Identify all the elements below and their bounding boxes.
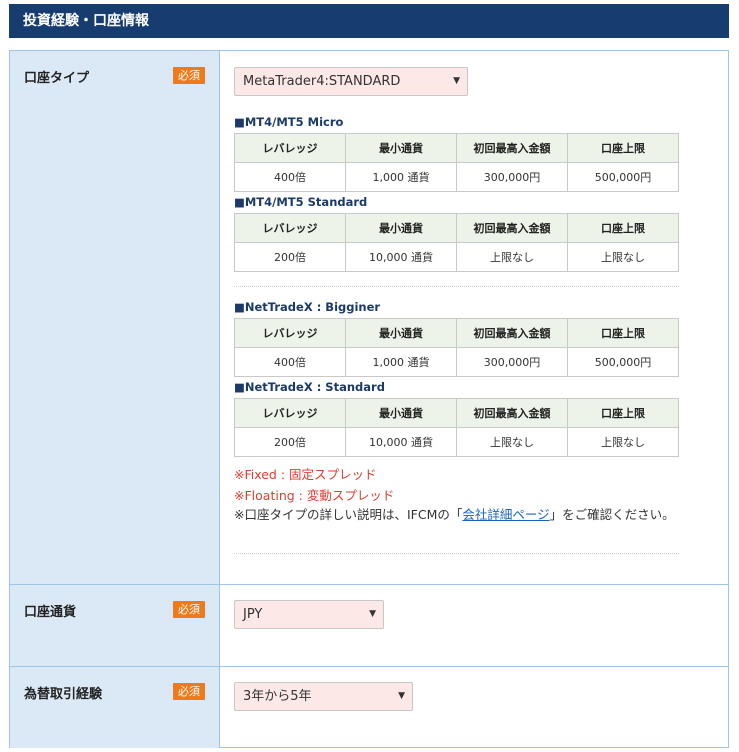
column-header: レバレッジ [234,318,346,348]
column-header: 初回最高入金額 [456,133,568,163]
column-header: 初回最高入金額 [456,213,568,243]
column-header: レバレッジ [234,213,346,243]
table-row: 400倍 1,000 通貨 300,000円 500,000円 [234,347,679,377]
column-header: 最小通貨 [345,213,457,243]
column-header: 最小通貨 [345,133,457,163]
table-row: 400倍 1,000 通貨 300,000円 500,000円 [234,162,679,192]
currency-value-cell: JPY ▼ [220,585,728,667]
section-header: 投資経験・口座情報 [9,4,729,38]
table-cell: 1,000 通貨 [345,162,457,192]
divider [234,553,679,554]
column-header: 初回最高入金額 [456,398,568,428]
currency-select[interactable]: JPY ▼ [234,600,384,629]
account-type-label: 口座タイプ [24,71,90,86]
fx-experience-value-cell: 3年から5年 ▼ [220,667,728,748]
note-floating-spread: ※Floating : 変動スプレッド [234,488,395,503]
table-title-ntx-standard: ■NetTradeX : Standard [234,380,385,394]
fx-experience-label: 為替取引経験 [24,687,103,702]
required-badge: 必須 [173,67,205,84]
fx-experience-row: 為替取引経験 必須 3年から5年 ▼ [10,666,728,748]
column-header: レバレッジ [234,133,346,163]
account-type-select[interactable]: MetaTrader4:STANDARD ▼ [234,67,468,96]
table-cell: 400倍 [234,162,346,192]
column-header: 口座上限 [567,213,679,243]
table-cell: 上限なし [567,242,679,272]
table-cell: 400倍 [234,347,346,377]
table-cell: 200倍 [234,427,346,457]
account-form: 口座タイプ 必須 MetaTrader4:STANDARD ▼ ■MT4/MT5… [9,50,729,748]
account-type-row: 口座タイプ 必須 MetaTrader4:STANDARD ▼ ■MT4/MT5… [10,51,728,584]
table-cell: 300,000円 [456,347,568,377]
table-title-mt4-standard: ■MT4/MT5 Standard [234,195,368,209]
table-cell: 500,000円 [567,162,679,192]
table-cell: 10,000 通貨 [345,427,457,457]
column-header: 口座上限 [567,318,679,348]
currency-label: 口座通貨 [24,605,77,620]
required-badge: 必須 [173,683,205,700]
table-cell: 200倍 [234,242,346,272]
fx-experience-selected: 3年から5年 [243,689,312,704]
column-header: 最小通貨 [345,398,457,428]
table-cell: 500,000円 [567,347,679,377]
spec-table-ntx-standard: レバレッジ 最小通貨 初回最高入金額 口座上限 200倍 10,000 通貨 上… [234,398,679,457]
table-row: 200倍 10,000 通貨 上限なし 上限なし [234,242,679,272]
currency-row: 口座通貨 必須 JPY ▼ [10,584,728,667]
table-cell: 上限なし [456,242,568,272]
currency-selected: JPY [243,607,263,622]
spec-table-mt4-standard: レバレッジ 最小通貨 初回最高入金額 口座上限 200倍 10,000 通貨 上… [234,213,679,272]
chevron-down-icon: ▼ [398,691,405,701]
table-cell: 300,000円 [456,162,568,192]
column-header: レバレッジ [234,398,346,428]
page: 投資経験・口座情報 口座タイプ 必須 MetaTrader4:STANDARD … [0,0,739,752]
table-cell: 上限なし [567,427,679,457]
note-text-post: 」をご確認ください。 [549,507,675,522]
fx-experience-label-cell: 為替取引経験 必須 [10,667,220,748]
account-type-value-cell: MetaTrader4:STANDARD ▼ ■MT4/MT5 Micro レバ… [220,51,728,584]
section-title: 投資経験・口座情報 [23,13,149,29]
spec-table-mt4-micro: レバレッジ 最小通貨 初回最高入金額 口座上限 400倍 1,000 通貨 30… [234,133,679,192]
column-header: 口座上限 [567,398,679,428]
divider [234,286,679,287]
company-detail-link[interactable]: 会社詳細ページ [462,507,549,522]
spec-table-ntx-bigginer: レバレッジ 最小通貨 初回最高入金額 口座上限 400倍 1,000 通貨 30… [234,318,679,377]
table-cell: 1,000 通貨 [345,347,457,377]
column-header: 最小通貨 [345,318,457,348]
table-row: 200倍 10,000 通貨 上限なし 上限なし [234,427,679,457]
table-cell: 上限なし [456,427,568,457]
column-header: 初回最高入金額 [456,318,568,348]
chevron-down-icon: ▼ [453,76,460,86]
currency-label-cell: 口座通貨 必須 [10,585,220,667]
table-title-ntx-bigginer: ■NetTradeX : Bigginer [234,300,381,314]
fx-experience-select[interactable]: 3年から5年 ▼ [234,682,413,711]
table-cell: 10,000 通貨 [345,242,457,272]
table-title-mt4-micro: ■MT4/MT5 Micro [234,115,344,129]
note-text-pre: ※口座タイプの詳しい説明は、IFCMの「 [234,507,463,522]
chevron-down-icon: ▼ [369,609,376,619]
account-type-label-cell: 口座タイプ 必須 [10,51,220,584]
note-fixed-spread: ※Fixed : 固定スプレッド [234,467,377,482]
required-badge: 必須 [173,601,205,618]
column-header: 口座上限 [567,133,679,163]
note-account-details: ※口座タイプの詳しい説明は、IFCMの「会社詳細ページ」をご確認ください。 [234,504,694,525]
account-type-selected: MetaTrader4:STANDARD [243,74,401,89]
